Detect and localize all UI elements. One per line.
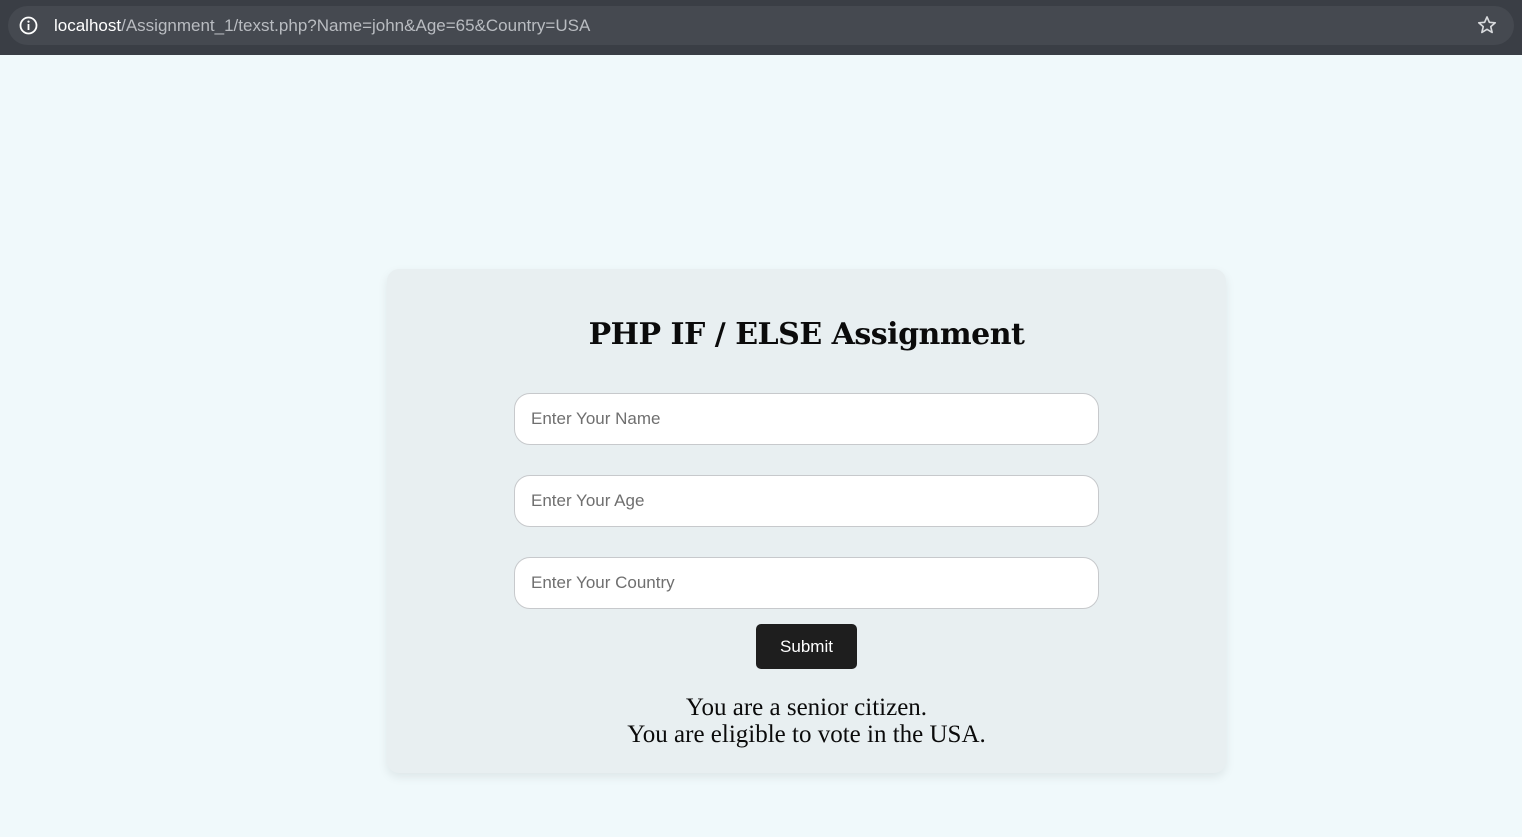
address-bar[interactable]: localhost/Assignment_1/texst.php?Name=jo… [8, 6, 1514, 45]
result-vote-message: You are eligible to vote in the USA. [627, 721, 986, 748]
submit-button[interactable]: Submit [756, 624, 857, 669]
bookmark-star-icon[interactable] [1476, 14, 1498, 36]
info-icon[interactable] [18, 15, 39, 36]
browser-toolbar: localhost/Assignment_1/texst.php?Name=jo… [0, 0, 1522, 55]
form-card: PHP IF / ELSE Assignment Submit You are … [387, 269, 1226, 773]
country-input[interactable] [514, 557, 1099, 609]
url-path: /Assignment_1/texst.php?Name=john&Age=65… [121, 16, 591, 35]
result-senior-message: You are a senior citizen. [685, 694, 928, 721]
name-input[interactable] [514, 393, 1099, 445]
url-host: localhost [54, 16, 122, 35]
address-url[interactable]: localhost/Assignment_1/texst.php?Name=jo… [54, 6, 590, 45]
age-input[interactable] [514, 475, 1099, 527]
page-title: PHP IF / ELSE Assignment [588, 317, 1025, 352]
